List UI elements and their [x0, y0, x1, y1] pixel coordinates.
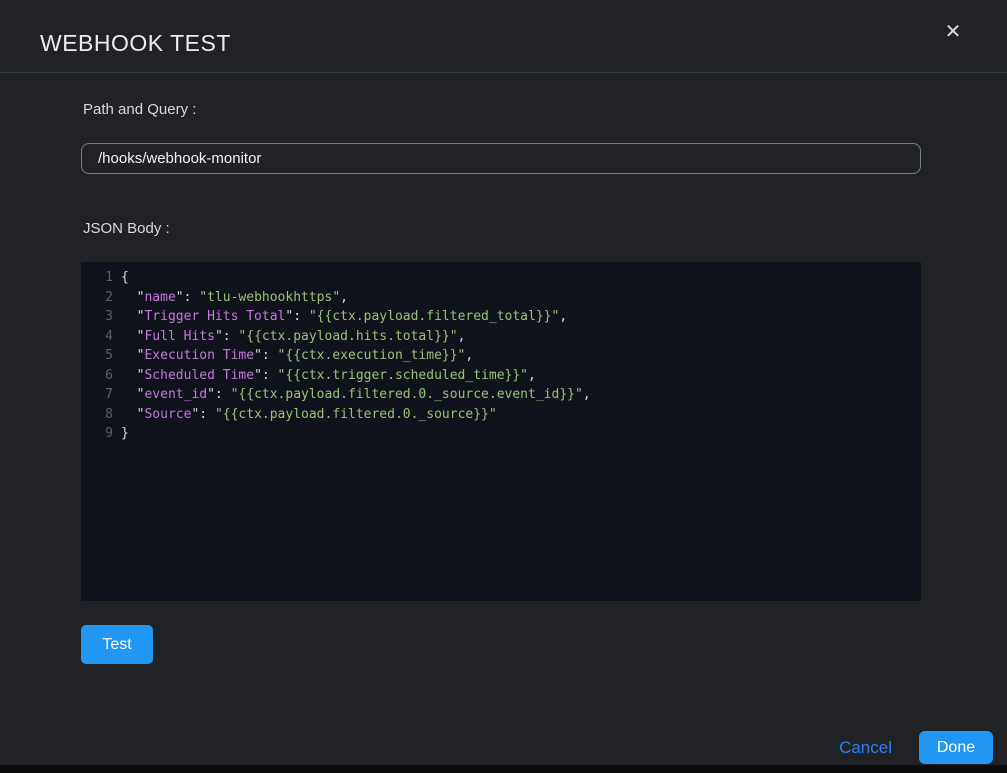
code-text: "Scheduled Time": "{{ctx.trigger.schedul…: [113, 366, 536, 386]
code-text: "Trigger Hits Total": "{{ctx.payload.fil…: [113, 307, 567, 327]
path-and-query-input[interactable]: [81, 143, 921, 174]
code-text: "Execution Time": "{{ctx.execution_time}…: [113, 346, 473, 366]
code-line: 8 "Source": "{{ctx.payload.filtered.0._s…: [81, 405, 921, 425]
line-number: 2: [81, 288, 113, 308]
dialog-title: WEBHOOK TEST: [40, 30, 231, 57]
code-line: 9}: [81, 424, 921, 444]
line-number: 6: [81, 366, 113, 386]
line-number: 1: [81, 268, 113, 288]
code-text: "Source": "{{ctx.payload.filtered.0._sou…: [113, 405, 497, 425]
line-number: 4: [81, 327, 113, 347]
close-icon[interactable]: ✕: [939, 18, 967, 46]
dialog-header: WEBHOOK TEST ✕: [0, 0, 1007, 73]
webhook-test-dialog: WEBHOOK TEST ✕ Path and Query : JSON Bod…: [0, 0, 1007, 773]
test-button[interactable]: Test: [81, 625, 153, 664]
json-body-editor[interactable]: 1{2 "name": "tlu-webhookhttps",3 "Trigge…: [81, 262, 921, 601]
code-text: {: [113, 268, 129, 288]
code-line: 1{: [81, 268, 921, 288]
code-line: 3 "Trigger Hits Total": "{{ctx.payload.f…: [81, 307, 921, 327]
line-number: 3: [81, 307, 113, 327]
json-body-label: JSON Body :: [83, 220, 170, 237]
page-background-strip: [0, 765, 1007, 773]
code-text: "event_id": "{{ctx.payload.filtered.0._s…: [113, 385, 591, 405]
line-number: 9: [81, 424, 113, 444]
code-line: 7 "event_id": "{{ctx.payload.filtered.0.…: [81, 385, 921, 405]
code-text: }: [113, 424, 129, 444]
path-and-query-label: Path and Query :: [83, 101, 196, 118]
done-button[interactable]: Done: [919, 731, 993, 764]
json-editor-lines: 1{2 "name": "tlu-webhookhttps",3 "Trigge…: [81, 268, 921, 444]
line-number: 5: [81, 346, 113, 366]
code-line: 4 "Full Hits": "{{ctx.payload.hits.total…: [81, 327, 921, 347]
code-line: 2 "name": "tlu-webhookhttps",: [81, 288, 921, 308]
line-number: 8: [81, 405, 113, 425]
code-text: "name": "tlu-webhookhttps",: [113, 288, 348, 308]
code-line: 6 "Scheduled Time": "{{ctx.trigger.sched…: [81, 366, 921, 386]
cancel-button[interactable]: Cancel: [839, 738, 892, 758]
code-text: "Full Hits": "{{ctx.payload.hits.total}}…: [113, 327, 465, 347]
code-line: 5 "Execution Time": "{{ctx.execution_tim…: [81, 346, 921, 366]
line-number: 7: [81, 385, 113, 405]
